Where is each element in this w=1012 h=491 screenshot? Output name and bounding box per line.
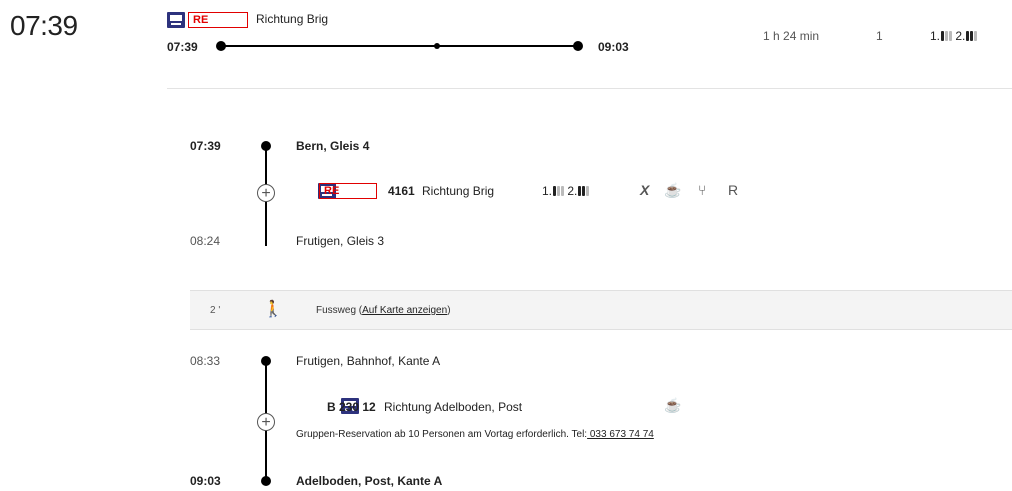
timeline-bar	[222, 45, 576, 47]
occupancy-first-class-label: 1.	[930, 29, 941, 43]
reservation-note: Gruppen-Reservation ab 10 Personen am Vo…	[296, 429, 654, 440]
person-icon	[940, 29, 953, 43]
leg2-departure-time: 08:33	[190, 354, 221, 368]
leg2-arrival-time: 09:03	[190, 474, 221, 488]
occupancy-first-class-label: 1.	[542, 184, 553, 198]
leg1-departure-time: 07:39	[190, 139, 221, 153]
summary-departure-time: 07:39	[167, 40, 198, 54]
departure-time-large: 07:39	[10, 10, 78, 41]
phone-link[interactable]: 033 673 74 74	[587, 429, 654, 440]
leg2-end-dot	[261, 476, 271, 486]
transfer-count: 1	[876, 29, 883, 43]
walk-duration: 2 '	[210, 305, 221, 316]
walk-segment	[190, 290, 1012, 330]
catering-icon: ☕	[664, 397, 682, 413]
summary-arrival-time: 09:03	[598, 40, 629, 54]
person-icon	[965, 29, 978, 43]
duration: 1 h 24 min	[763, 29, 820, 43]
leg1-departure-station: Bern, Gleis 4	[296, 139, 370, 153]
train-category-badge: RE	[188, 12, 248, 28]
direction-label: Richtung Brig	[256, 12, 329, 26]
expand-leg1-button[interactable]: +	[257, 184, 275, 202]
section-divider	[167, 88, 1012, 89]
person-icon	[577, 184, 590, 198]
show-on-map-link[interactable]: Auf Karte anzeigen	[362, 305, 447, 316]
timeline-transfer-dot	[434, 43, 440, 49]
leg2-departure-station: Frutigen, Bahnhof, Kante A	[296, 354, 441, 368]
walking-person-icon: 🚶	[263, 301, 283, 318]
reservation-icon: R	[728, 182, 739, 198]
occupancy-second-class-label: 2.	[955, 29, 966, 43]
leg1-occupancy: 1. 2.	[542, 184, 590, 198]
catering-icon: ☕	[664, 182, 682, 198]
no-bicycle-icon: X	[640, 182, 650, 198]
leg2-direction: Richtung Adelboden, Post	[384, 400, 523, 414]
leg1-arrival-station: Frutigen, Gleis 3	[296, 234, 385, 248]
leg2-line-number: B 230 12	[327, 400, 376, 414]
walk-label: Fussweg (Auf Karte anzeigen)	[316, 305, 451, 316]
occupancy-indicator: 1. 2.	[930, 29, 978, 43]
leg2-arrival-station: Adelboden, Post, Kante A	[296, 474, 443, 488]
leg1-arrival-time: 08:24	[190, 234, 221, 248]
leg1-category-badge: RE	[319, 183, 377, 199]
train-icon	[167, 12, 185, 28]
wheelchair-icon: ⑂	[698, 182, 707, 198]
occupancy-second-class-label: 2.	[567, 184, 578, 198]
person-icon	[552, 184, 565, 198]
leg1-direction: Richtung Brig	[422, 184, 495, 198]
leg1-train-number: 4161	[388, 184, 415, 198]
timeline-end-dot	[573, 41, 583, 51]
expand-leg2-button[interactable]: +	[257, 413, 275, 431]
